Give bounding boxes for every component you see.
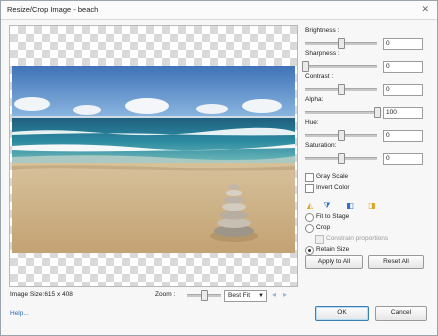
- flip-vertical-icon[interactable]: ⧩: [322, 201, 332, 211]
- retain-size-radio[interactable]: [305, 246, 314, 255]
- alpha-field[interactable]: 100: [383, 107, 423, 119]
- constrain-proportions-checkbox[interactable]: [315, 235, 324, 244]
- sharpness-slider[interactable]: [302, 61, 377, 72]
- window-title: Resize/Crop Image - beach: [7, 5, 99, 14]
- contrast-label: Contrast :: [305, 73, 334, 80]
- help-link[interactable]: Help...: [10, 310, 29, 317]
- zoom-mode-value: Best Fit: [228, 292, 251, 299]
- title-bar: Resize/Crop Image - beach ✕: [1, 1, 437, 20]
- saturation-slider[interactable]: [305, 153, 377, 164]
- flip-horizontal-icon[interactable]: ◭: [305, 201, 315, 211]
- slider-thumb[interactable]: [338, 84, 345, 95]
- hue-label: Hue:: [305, 119, 319, 126]
- sharpness-label: Sharpness :: [305, 50, 340, 57]
- slider-thumb[interactable]: [302, 61, 309, 72]
- slider-thumb[interactable]: [374, 107, 381, 118]
- contrast-slider[interactable]: [305, 84, 377, 95]
- close-icon[interactable]: ✕: [421, 4, 429, 15]
- invert-color-checkbox[interactable]: [305, 184, 314, 193]
- undo-icon[interactable]: ◂: [269, 290, 279, 300]
- fit-to-stage-radio[interactable]: [305, 213, 314, 222]
- constrain-proportions-label: Constrain proportions: [326, 235, 389, 242]
- beach-photo: [12, 66, 295, 253]
- slider-thumb[interactable]: [338, 38, 345, 49]
- brightness-slider[interactable]: [305, 38, 377, 49]
- slider-thumb[interactable]: [201, 290, 208, 301]
- chevron-down-icon: ▼: [258, 293, 264, 299]
- redo-icon[interactable]: ▸: [280, 290, 290, 300]
- brightness-field[interactable]: 0: [383, 38, 423, 50]
- slider-thumb[interactable]: [338, 130, 345, 141]
- alpha-slider[interactable]: [305, 107, 381, 118]
- cancel-button[interactable]: Cancel: [375, 306, 427, 321]
- resize-crop-dialog: Resize/Crop Image - beach ✕ Brightness:…: [0, 0, 438, 336]
- rotate-right-icon[interactable]: ◨: [367, 201, 377, 211]
- reset-all-button[interactable]: Reset All: [368, 255, 424, 269]
- brightness-label: Brightness :: [305, 27, 340, 34]
- slider-thumb[interactable]: [338, 153, 345, 164]
- hue-slider[interactable]: [305, 130, 377, 141]
- zoom-slider[interactable]: [187, 290, 221, 301]
- zoom-mode-select[interactable]: Best Fit ▼: [224, 290, 267, 302]
- gray-scale-checkbox[interactable]: [305, 173, 314, 182]
- saturation-field[interactable]: 0: [383, 153, 423, 165]
- sharpness-field[interactable]: 0: [383, 61, 423, 73]
- image-preview-area[interactable]: [9, 25, 298, 287]
- zoom-label: Zoom :: [155, 291, 176, 298]
- alpha-label: Alpha:: [305, 96, 324, 103]
- contrast-field[interactable]: 0: [383, 84, 423, 96]
- image-size-text: Image Size:615 x 408: [10, 291, 73, 298]
- saturation-label: Saturation:: [305, 142, 337, 149]
- crop-label: Crop: [316, 224, 331, 231]
- fit-to-stage-label: Fit to Stage: [316, 213, 350, 220]
- ok-button[interactable]: OK: [315, 306, 369, 321]
- crop-radio[interactable]: [305, 224, 314, 233]
- apply-to-all-button[interactable]: Apply to All: [305, 255, 363, 269]
- gray-scale-label: Gray Scale: [316, 173, 349, 180]
- retain-size-label: Retain Size: [316, 246, 350, 253]
- invert-color-label: Invert Color: [316, 184, 350, 191]
- rotate-left-icon[interactable]: ◧: [345, 201, 355, 211]
- hue-field[interactable]: 0: [383, 130, 423, 142]
